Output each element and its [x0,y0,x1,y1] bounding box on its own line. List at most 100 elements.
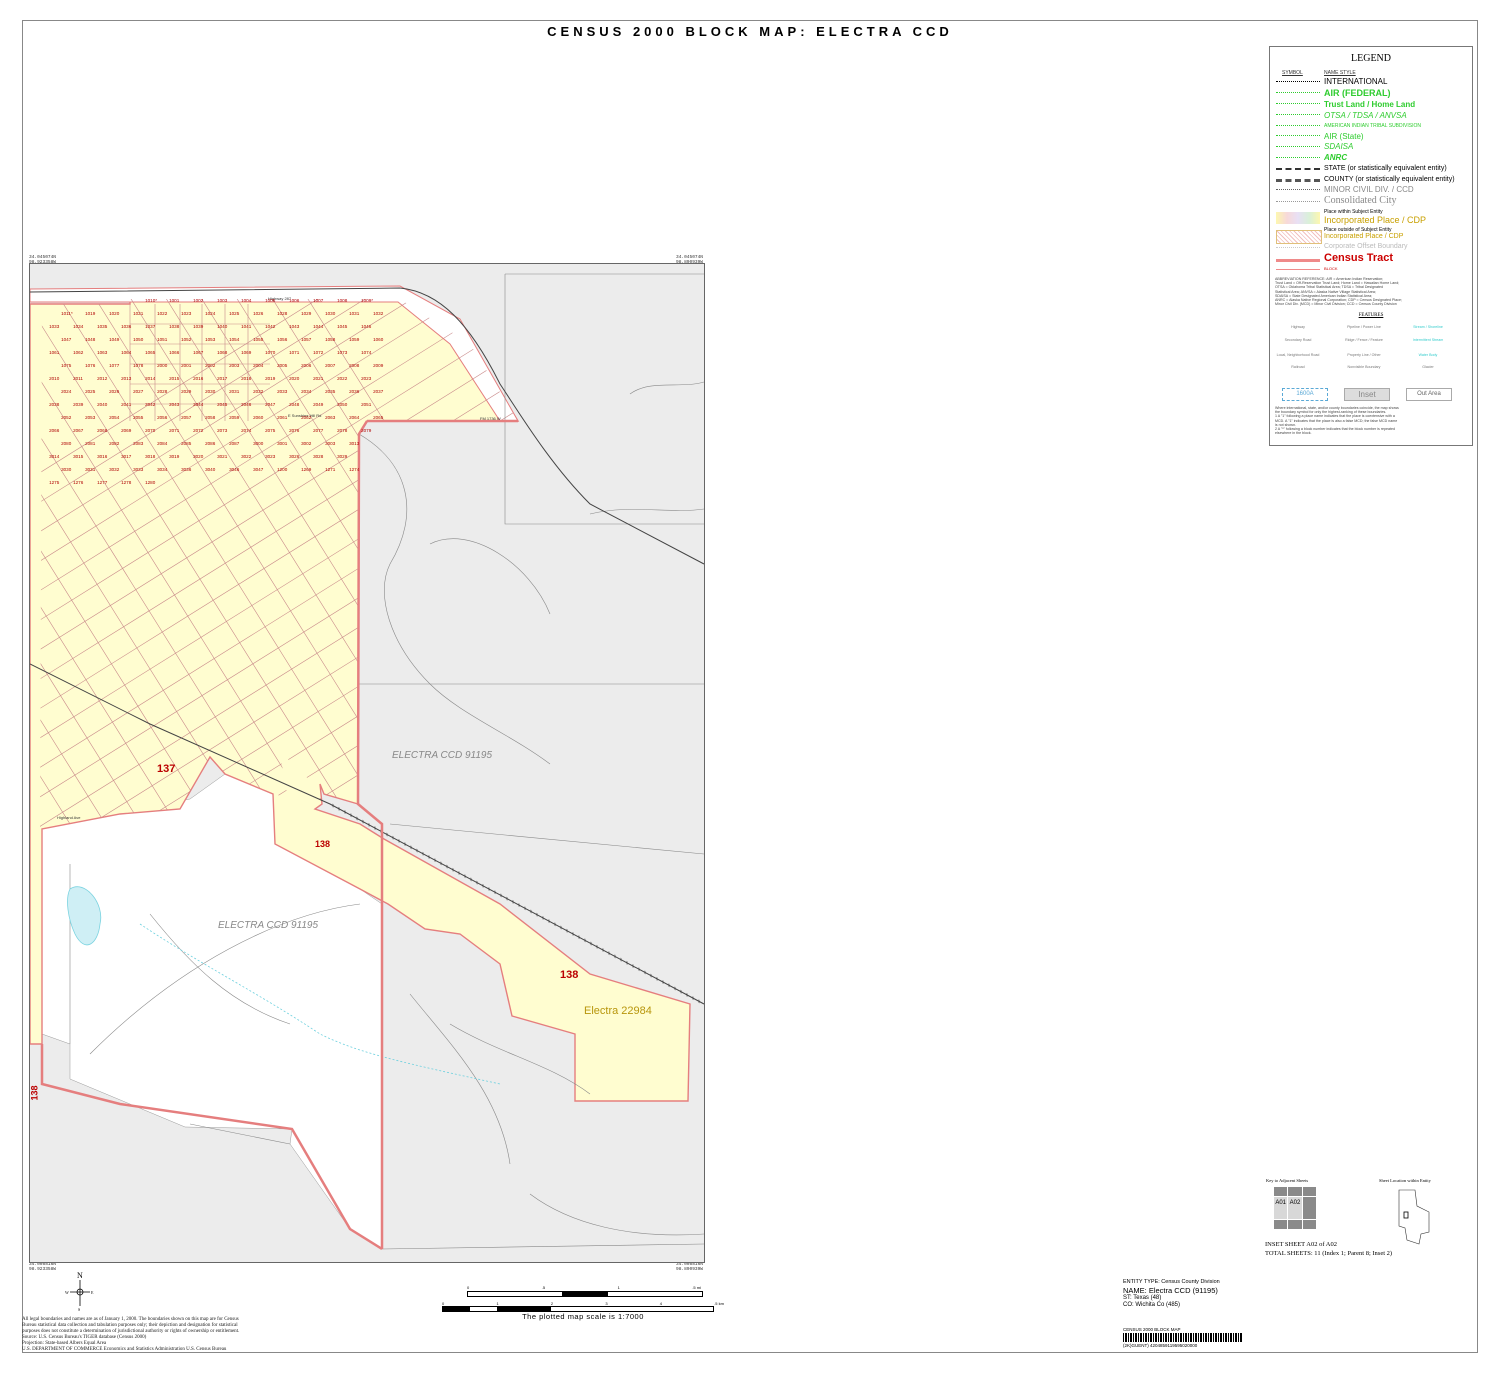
block-map[interactable] [29,263,705,1263]
features-title: FEATURES [1358,313,1384,318]
legend-item: Trust Land / Home Land [1324,100,1416,109]
block-number: 1074 [361,350,372,355]
key-cell[interactable] [1302,1220,1316,1229]
block-number: 2016 [193,376,204,381]
block-number: 2040 [97,402,108,407]
feature-item: Ridge / Fence / Feature [1345,338,1383,342]
feature-item: Nonvisible Boundary [1347,365,1381,369]
key-cell[interactable] [1302,1197,1316,1219]
legend-item: Incorporated Place / CDP [1324,233,1404,240]
block-number: 2008 [349,363,360,368]
scale-tick: 2 [550,1301,554,1306]
block-number: 2013 [121,376,132,381]
block-number: 1047 [61,337,72,342]
key-cell[interactable] [1288,1187,1302,1196]
legend-symbol [1276,157,1320,164]
legend-notes: Where international, state, and/or count… [1275,406,1467,435]
legend-item: STATE (or statistically equivalent entit… [1324,165,1447,172]
block-number: 2036 [349,389,360,394]
legend-item: AMERICAN INDIAN TRIBAL SUBDIVISION [1324,123,1421,129]
block-number: 1280 [145,480,156,485]
block-number: 3026 [289,454,300,459]
corner-bottom-left: 34.008816N 98.923358W [29,1262,56,1272]
legend-symbol [1276,230,1322,244]
block-number: 1019 [85,311,96,316]
block-number: 1059 [349,337,360,342]
block-number: 2026 [109,389,120,394]
corner-lon: 98.890939W [676,1267,704,1272]
block-number: 2043 [169,402,180,407]
block-number: 1051 [157,337,168,342]
key-cell[interactable] [1288,1220,1302,1229]
block-number: 1031 [349,311,360,316]
road-label: Highland Ave [57,815,81,820]
block-number: 2056 [157,415,168,420]
legend-box-1600a: 1600A [1282,388,1328,401]
block-number: 1026 [253,311,264,316]
block-number: 1046 [361,324,372,329]
compass-n: N [77,1271,83,1280]
location-title: Sheet Location within Entity [1379,1178,1431,1183]
legend-symbol [1276,81,1320,88]
block-number: 2074 [241,428,252,433]
block-number: 2012 [97,376,108,381]
block-number: 1011* [61,311,73,316]
block-number: 3017 [121,454,132,459]
block-number: 3019 [169,454,180,459]
block-number: 2002 [205,363,216,368]
block-number: 2067 [73,428,84,433]
block-number: 2081 [85,441,96,446]
feature-item: Pipeline / Power Line [1347,325,1381,329]
tract-label-137: 137 [157,763,176,775]
legend-item: AIR (State) [1324,132,1364,141]
block-number: 1063 [97,350,108,355]
block-number: 2047 [265,402,276,407]
feature-item: Property Line / Other [1347,353,1381,357]
key-cell[interactable] [1302,1187,1316,1196]
block-number: 3028 [313,454,324,459]
block-number: 2048 [289,402,300,407]
block-number: 2029 [181,389,192,394]
block-number: 2053 [85,415,96,420]
feature-item: Stream / Shoreline [1413,325,1443,329]
block-number: 2076 [289,428,300,433]
block-number: 2004 [253,363,264,368]
block-number: 2050 [337,402,348,407]
block-number: 3016 [97,454,108,459]
block-number: 2061 [277,415,288,420]
note-line: elsewhere in the block. [1275,431,1312,436]
legend-symbol [1276,269,1320,276]
block-number: 2015 [169,376,180,381]
block-number: 1274 [349,467,360,472]
legend-item: BLOCK [1324,266,1338,271]
compass-w: W [65,1290,69,1295]
block-number: 2077 [313,428,324,433]
legend-symbol [1276,125,1320,132]
key-cell-a02[interactable]: A02 [1288,1197,1302,1219]
block-number: 2062 [301,415,312,420]
tract-label-138: 138 [560,969,579,981]
key-cell-a01[interactable]: A01 [1274,1197,1288,1219]
block-number: 3033 [133,467,144,472]
legend-symbol [1276,201,1320,208]
key-cell[interactable] [1274,1187,1288,1196]
block-number: 2034 [301,389,312,394]
corner-lon: 98.923358W [29,1267,57,1272]
block-number: 2033 [277,389,288,394]
block-number: 3036 [181,467,192,472]
legend-symbol [1276,114,1320,121]
block-number: 1276 [73,480,84,485]
block-number: 2031 [229,389,240,394]
legend-item: INTERNATIONAL [1324,77,1388,86]
block-number: 1056 [277,337,288,342]
key-grid[interactable]: A01 A02 [1274,1187,1316,1229]
block-number: 1033 [49,324,60,329]
legend-symbol [1276,189,1320,196]
block-number: 3001 [277,441,288,446]
key-cell[interactable] [1274,1220,1288,1229]
block-number: 2058 [205,415,216,420]
block-number: 2070 [145,428,156,433]
block-number: 2023 [361,376,372,381]
scale-text: The plotted map scale is 1:7000 [522,1312,644,1321]
block-number: 3047 [253,467,264,472]
